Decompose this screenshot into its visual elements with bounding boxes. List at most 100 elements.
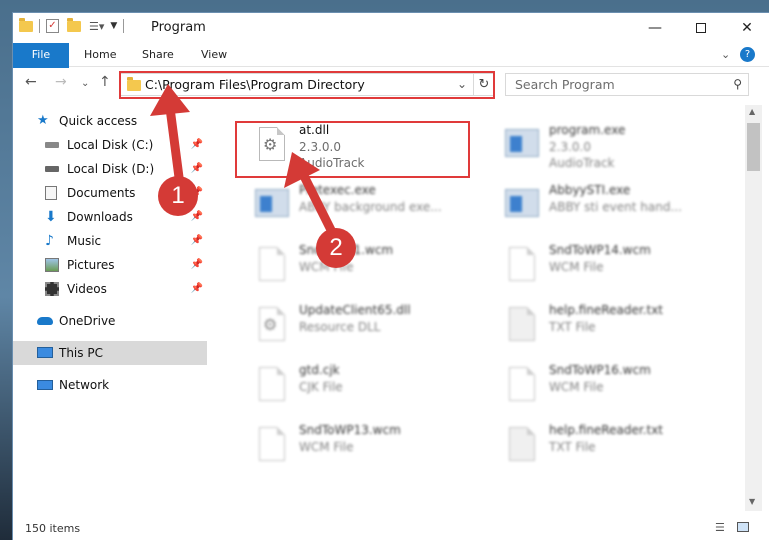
file-type: CJK File xyxy=(299,380,343,394)
sidebar-item-this-pc[interactable]: This PC xyxy=(13,341,207,365)
sidebar-item-onedrive[interactable]: OneDrive xyxy=(13,309,207,333)
customize-icon[interactable]: ☰▾ xyxy=(89,20,104,33)
drive-icon xyxy=(45,142,59,148)
annotation-highlight-file xyxy=(235,121,470,178)
search-box[interactable]: Search Program ⚲ xyxy=(505,73,749,96)
vertical-scrollbar[interactable]: ▲ ▼ xyxy=(745,105,762,511)
toolbar-separator xyxy=(123,19,125,33)
chevron-down-icon[interactable]: ▼ xyxy=(110,21,117,31)
file-icon xyxy=(503,245,537,285)
sidebar-item-label: OneDrive xyxy=(59,314,116,328)
file-type: TXT File xyxy=(549,440,596,454)
sidebar-item-label: Documents xyxy=(67,186,136,200)
sidebar-item-label: Local Disk (D:) xyxy=(67,162,155,176)
expand-ribbon-icon[interactable]: ⌄ xyxy=(721,48,730,61)
file-type: WCM File xyxy=(299,440,354,454)
file-type: Resource DLL xyxy=(299,320,381,334)
up-button[interactable]: ↑ xyxy=(99,74,111,90)
item-count: 150 items xyxy=(25,522,81,535)
sidebar-item-label: Local Disk (C:) xyxy=(67,138,154,152)
quick-access-toolbar: ✓ ☰▾ ▼ xyxy=(19,17,126,33)
sidebar-item-videos[interactable]: Videos 📌 xyxy=(13,277,207,301)
sidebar-item-label: Network xyxy=(59,378,110,392)
search-input[interactable]: Search Program xyxy=(515,77,615,92)
scroll-down-icon[interactable]: ▼ xyxy=(749,497,755,506)
scrollbar-thumb[interactable] xyxy=(747,123,760,171)
file-name: SndToWP14.wcm xyxy=(549,243,651,257)
sidebar-item-label: Downloads xyxy=(67,210,133,224)
sidebar-item-label: Quick access xyxy=(59,114,138,128)
file-item[interactable]: SndToWP14.wcm WCM File xyxy=(485,237,720,291)
sidebar-item-quick-access[interactable]: ★ Quick access xyxy=(13,109,207,133)
help-icon[interactable]: ? xyxy=(740,47,755,62)
file-item[interactable]: gtd.cjk CJK File xyxy=(235,357,470,411)
sidebar-item-network[interactable]: Network xyxy=(13,373,207,397)
pictures-icon xyxy=(45,258,59,272)
cloud-icon xyxy=(37,317,53,325)
back-button[interactable]: ← xyxy=(25,74,37,90)
dll-icon: ⚙ xyxy=(253,305,287,345)
file-item[interactable]: help.fineReader.txt TXT File xyxy=(485,417,720,471)
recent-locations-button[interactable]: ⌄ xyxy=(81,78,89,89)
sidebar-item-music[interactable]: ♪ Music 📌 xyxy=(13,229,207,253)
file-description: ABBY sti event hand... xyxy=(549,200,682,214)
file-icon xyxy=(253,425,287,465)
sidebar-item-label: This PC xyxy=(59,346,103,360)
scroll-up-icon[interactable]: ▲ xyxy=(749,107,755,116)
music-icon: ♪ xyxy=(45,233,54,249)
sidebar-item-pictures[interactable]: Pictures 📌 xyxy=(13,253,207,277)
folder-icon xyxy=(19,17,33,32)
tab-home[interactable]: Home xyxy=(71,43,129,67)
properties-icon[interactable]: ✓ xyxy=(46,19,59,33)
forward-button[interactable]: → xyxy=(55,74,67,90)
file-name: help.fineReader.txt xyxy=(549,303,663,317)
documents-icon xyxy=(45,186,57,200)
explorer-window: ✓ ☰▾ ▼ Program — ✕ File Home Share View … xyxy=(12,12,769,540)
pin-icon[interactable]: 📌 xyxy=(191,253,203,277)
file-name: Pretexec.exe xyxy=(299,183,376,197)
exe-icon xyxy=(253,185,289,225)
title-bar: ✓ ☰▾ ▼ Program — ✕ xyxy=(13,13,769,43)
window-title: Program xyxy=(151,20,206,35)
ribbon: File Home Share View ⌄ ? xyxy=(13,43,769,97)
file-item[interactable]: program.exe 2.3.0.0 AudioTrack xyxy=(485,117,720,171)
file-name: UpdateClient65.dll xyxy=(299,303,411,317)
file-name: SndToWP16.wcm xyxy=(549,363,651,377)
file-item[interactable]: SndToWP16.wcm WCM File xyxy=(485,357,720,411)
file-item[interactable]: help.fineReader.txt TXT File xyxy=(485,297,720,351)
star-icon: ★ xyxy=(37,113,49,128)
file-name: program.exe xyxy=(549,123,626,137)
tab-view[interactable]: View xyxy=(188,43,240,67)
file-name: help.fineReader.txt xyxy=(549,423,663,437)
file-version: 2.3.0.0 xyxy=(549,140,591,154)
file-description: AudioTrack xyxy=(549,156,615,170)
file-item[interactable]: ⚙ UpdateClient65.dll Resource DLL xyxy=(235,297,470,351)
minimize-button[interactable]: — xyxy=(632,13,678,43)
file-item[interactable]: SndToWP13.wcm WCM File xyxy=(235,417,470,471)
file-item[interactable]: AbbyySTI.exe ABBY sti event hand... xyxy=(485,177,720,231)
pin-icon[interactable]: 📌 xyxy=(191,229,203,253)
close-icon: ✕ xyxy=(741,20,753,36)
maximize-button[interactable] xyxy=(678,13,724,43)
pin-icon[interactable]: 📌 xyxy=(191,157,203,181)
toolbar-separator xyxy=(39,19,40,33)
file-icon xyxy=(503,365,537,405)
navigation-pane: ★ Quick access Local Disk (C:) 📌 Local D… xyxy=(13,105,207,511)
tab-share[interactable]: Share xyxy=(129,43,187,67)
search-icon[interactable]: ⚲ xyxy=(733,77,742,91)
drive-icon xyxy=(45,166,59,172)
sidebar-item-label: Videos xyxy=(67,282,107,296)
new-folder-icon[interactable] xyxy=(67,17,81,32)
status-bar: 150 items ☰ xyxy=(13,511,769,540)
file-item[interactable]: Pretexec.exe ABBY background exe... xyxy=(235,177,470,231)
pin-icon[interactable]: 📌 xyxy=(191,277,203,301)
pin-icon[interactable]: 📌 xyxy=(191,133,203,157)
maximize-icon xyxy=(696,23,706,33)
close-button[interactable]: ✕ xyxy=(724,13,769,43)
videos-icon xyxy=(45,282,59,296)
network-icon xyxy=(37,380,53,390)
large-icons-view-icon[interactable] xyxy=(737,522,749,532)
step-badge-2: 2 xyxy=(316,228,356,268)
details-view-icon[interactable]: ☰ xyxy=(715,521,725,534)
sidebar-item-local-disk-c[interactable]: Local Disk (C:) 📌 xyxy=(13,133,207,157)
